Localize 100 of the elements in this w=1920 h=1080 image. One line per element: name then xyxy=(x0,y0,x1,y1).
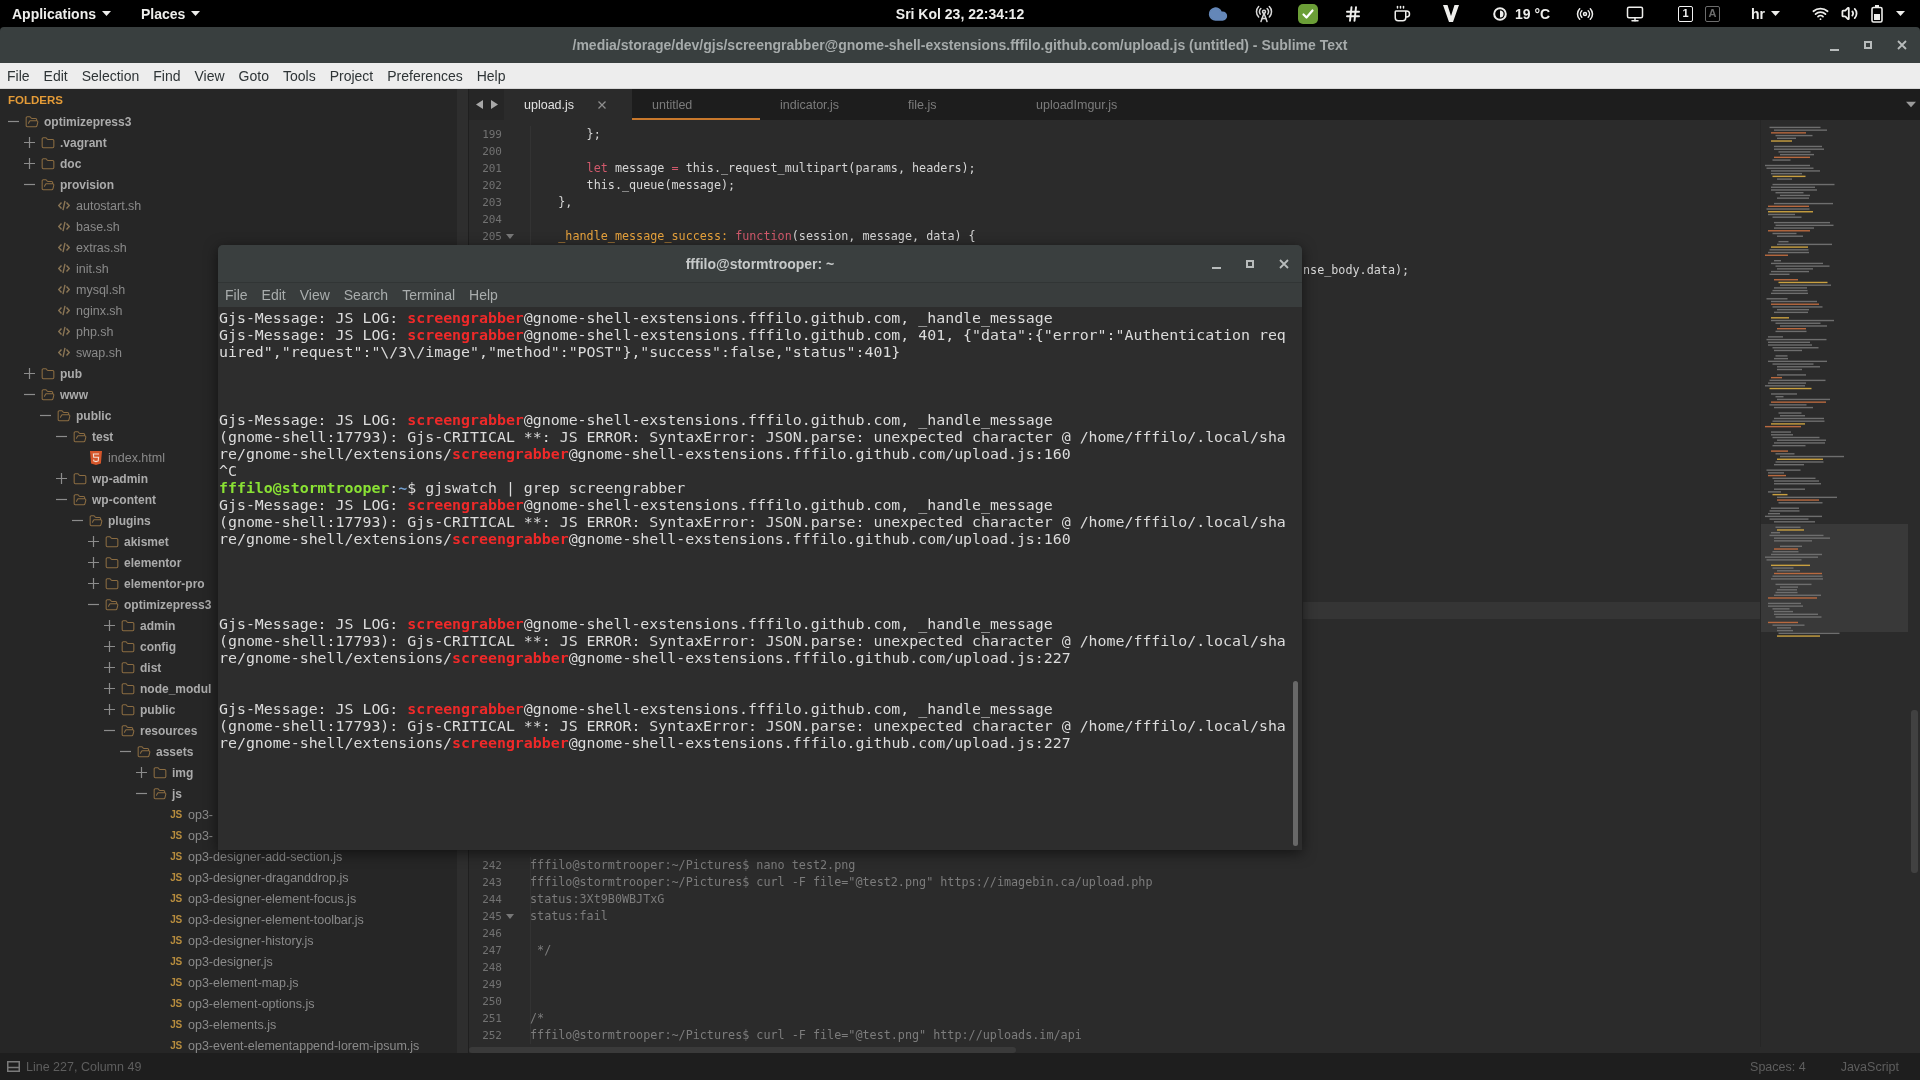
cup-icon[interactable] xyxy=(1392,4,1411,23)
top-bar-menu[interactable]: Applications xyxy=(12,5,111,22)
close-icon[interactable] xyxy=(598,100,606,109)
folder-name[interactable]: pub xyxy=(60,366,82,381)
plus-icon[interactable] xyxy=(136,767,147,778)
editor-tab[interactable]: uploadImgur.js xyxy=(1016,89,1144,120)
plus-icon[interactable] xyxy=(104,662,115,673)
file-name[interactable]: op3-designer-element-focus.js xyxy=(188,891,357,906)
panel-icon[interactable] xyxy=(7,1061,20,1072)
clock[interactable]: Sri Kol 23, 22:34:12 xyxy=(895,5,1025,22)
folder-name[interactable]: plugins xyxy=(108,513,151,528)
keyboard-layout-menu[interactable]: hr xyxy=(1738,0,1806,27)
menu-item[interactable]: Edit xyxy=(254,287,293,303)
editor-tab[interactable]: untitled xyxy=(632,89,760,120)
folder-name[interactable]: doc xyxy=(60,156,82,171)
menu-item[interactable]: Help xyxy=(462,287,505,303)
file-name[interactable]: op3- xyxy=(188,828,214,843)
plus-icon[interactable] xyxy=(24,137,35,148)
file-name[interactable]: base.sh xyxy=(76,219,120,234)
menu-item[interactable]: Goto xyxy=(231,67,276,84)
folder-name[interactable]: img xyxy=(172,765,194,780)
file-name[interactable]: op3-designer-draganddrop.js xyxy=(188,870,349,885)
menu-item[interactable]: Find xyxy=(146,67,188,84)
file-name[interactable]: init.sh xyxy=(76,261,109,276)
folder-name[interactable]: wp-admin xyxy=(92,471,148,486)
menu-item[interactable]: Edit xyxy=(36,67,75,84)
menu-item[interactable]: Project xyxy=(322,67,381,84)
plus-icon[interactable] xyxy=(88,536,99,547)
folder-name[interactable]: public xyxy=(76,408,112,423)
folder-name[interactable]: optimizepress3 xyxy=(124,597,212,612)
menu-item[interactable]: File xyxy=(218,287,255,303)
fold-arrow-icon[interactable] xyxy=(506,234,514,239)
editor-tab[interactable]: file.js xyxy=(888,89,1016,120)
file-name[interactable]: op3-elements.js xyxy=(188,1017,277,1032)
file-name[interactable]: swap.sh xyxy=(76,345,122,360)
plus-icon[interactable] xyxy=(24,158,35,169)
menu-item[interactable]: Help xyxy=(469,67,513,84)
monitor-icon[interactable] xyxy=(1626,4,1644,23)
check-badge-icon[interactable] xyxy=(1298,3,1318,24)
v-logo-icon[interactable] xyxy=(1443,5,1459,22)
file-name[interactable]: extras.sh xyxy=(76,240,127,255)
folder-name[interactable]: resources xyxy=(140,723,198,738)
file-name[interactable]: op3-designer-add-section.js xyxy=(188,849,343,864)
folder-name[interactable]: www xyxy=(60,387,88,402)
folder-name[interactable]: provision xyxy=(60,177,114,192)
wifi-icon[interactable] xyxy=(1812,5,1829,22)
file-name[interactable]: autostart.sh xyxy=(76,198,142,213)
folder-name[interactable]: .vagrant xyxy=(60,135,107,150)
folder-name[interactable]: test xyxy=(92,429,114,444)
scrollbar-thumb[interactable] xyxy=(1293,681,1298,846)
menu-item[interactable]: Preferences xyxy=(380,67,470,84)
file-name[interactable]: op3-designer-element-toolbar.js xyxy=(188,912,364,927)
file-name[interactable]: mysql.sh xyxy=(76,282,126,297)
menu-item[interactable]: Terminal xyxy=(395,287,463,303)
file-name[interactable]: op3-element-options.js xyxy=(188,996,315,1011)
menu-item[interactable]: Selection xyxy=(74,67,147,84)
plus-icon[interactable] xyxy=(88,557,99,568)
plus-icon[interactable] xyxy=(24,368,35,379)
folder-name[interactable]: wp-content xyxy=(92,492,156,507)
folder-name[interactable]: js xyxy=(172,786,182,801)
menu-item[interactable]: Search xyxy=(336,287,396,303)
editor-tab[interactable]: upload.js xyxy=(504,89,632,120)
volume-icon[interactable] xyxy=(1841,5,1858,22)
top-bar-menu[interactable]: Places xyxy=(141,5,201,22)
file-name[interactable]: nginx.sh xyxy=(76,303,123,318)
hash-icon[interactable] xyxy=(1344,4,1362,23)
radio-tower-icon[interactable] xyxy=(1254,4,1273,23)
triangle-right-icon[interactable] xyxy=(490,100,498,109)
plus-icon[interactable] xyxy=(88,578,99,589)
plus-icon[interactable] xyxy=(104,704,115,715)
file-name[interactable]: op3-designer-history.js xyxy=(188,933,314,948)
editor-tab[interactable]: indicator.js xyxy=(760,89,888,120)
plus-icon[interactable] xyxy=(104,641,115,652)
caret-down-icon[interactable] xyxy=(1895,11,1905,16)
file-name[interactable]: index.html xyxy=(108,450,165,465)
folder-name[interactable]: akismet xyxy=(124,534,169,549)
plus-icon[interactable] xyxy=(56,473,67,484)
menu-item[interactable]: View xyxy=(187,67,232,84)
folder-name[interactable]: elementor-pro xyxy=(124,576,205,591)
menu-item[interactable]: File xyxy=(0,67,37,84)
folder-name[interactable]: public xyxy=(140,702,176,717)
plus-icon[interactable] xyxy=(104,620,115,631)
file-name[interactable]: op3-element-map.js xyxy=(188,975,299,990)
triangle-left-icon[interactable] xyxy=(475,100,483,109)
caret-down-icon[interactable] xyxy=(1906,101,1916,108)
weather-indicator[interactable]: 19 °C xyxy=(1475,0,1560,27)
folder-name[interactable]: dist xyxy=(140,660,162,675)
file-name[interactable]: php.sh xyxy=(76,324,114,339)
menu-item[interactable]: Tools xyxy=(275,67,323,84)
file-name[interactable]: op3- xyxy=(188,807,214,822)
folder-name[interactable]: node_modul xyxy=(140,681,212,696)
folder-name[interactable]: elementor xyxy=(124,555,182,570)
plus-icon[interactable] xyxy=(104,683,115,694)
menu-item[interactable]: View xyxy=(292,287,337,303)
folder-name[interactable]: admin xyxy=(140,618,176,633)
file-name[interactable]: op3-event-elementappend-lorem-ipsum.js xyxy=(188,1038,420,1053)
folder-name[interactable]: config xyxy=(140,639,176,654)
battery-icon[interactable] xyxy=(1871,4,1883,23)
file-name[interactable]: op3-designer.js xyxy=(188,954,273,969)
folder-name[interactable]: assets xyxy=(156,744,194,759)
